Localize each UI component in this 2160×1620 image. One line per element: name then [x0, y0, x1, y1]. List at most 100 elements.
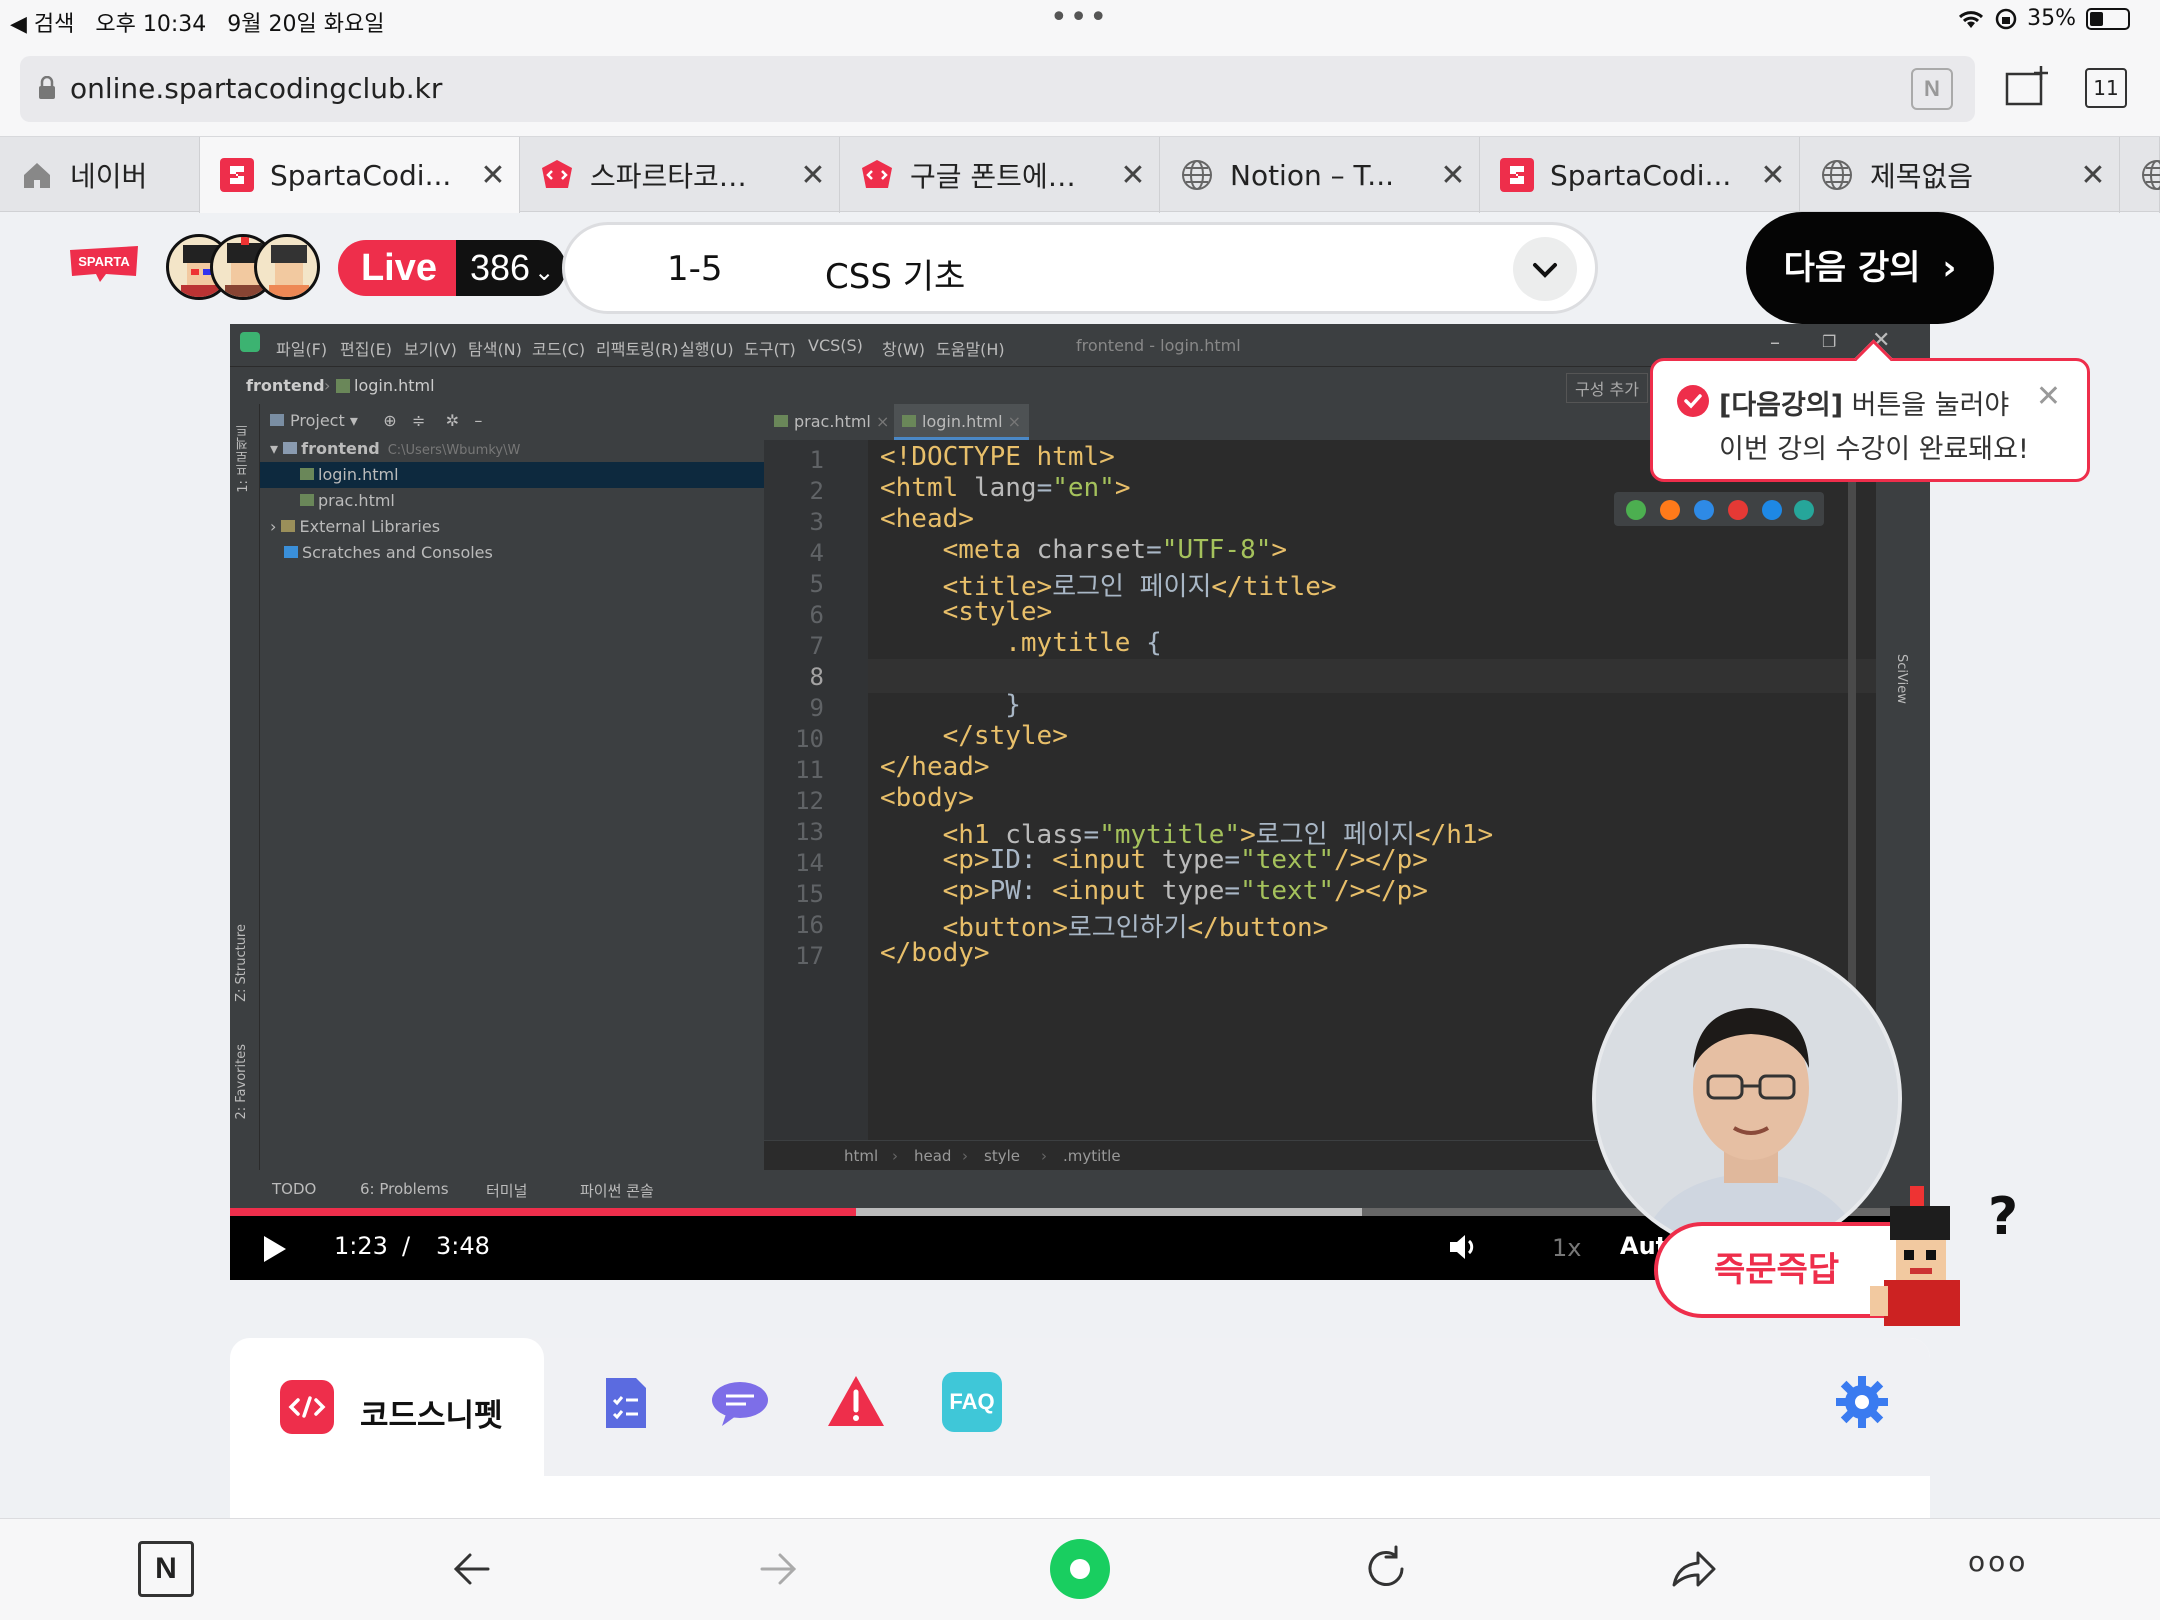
line-number: 5	[809, 570, 824, 598]
mascot-icon[interactable]: ?	[1870, 1186, 2020, 1326]
browser-tab-partial[interactable]	[2120, 137, 2160, 213]
tab-close-icon[interactable]: ✕	[2073, 158, 2113, 193]
ide-menu-item: 도구(T)	[744, 340, 796, 359]
nav-file: login.html	[354, 376, 435, 395]
browser-tab[interactable]: 구글 폰트에… ✕	[840, 137, 1160, 213]
lecture-dropdown-button[interactable]	[1513, 237, 1577, 301]
tab-close-icon[interactable]: ✕	[793, 158, 833, 193]
tab-close-icon[interactable]: ✕	[1113, 158, 1153, 193]
browser-tab[interactable]: 네이버	[0, 137, 200, 213]
play-icon[interactable]	[264, 1236, 286, 1262]
minimize-icon: –	[1770, 330, 1780, 354]
library-icon	[284, 546, 298, 558]
side-label: 2: Favorites	[234, 1044, 249, 1120]
firefox-icon	[1660, 500, 1680, 520]
tab-close-icon[interactable]: ✕	[1753, 158, 1793, 193]
project-tree-item: › External Libraries	[270, 517, 441, 536]
side-label: Z: Structure	[234, 924, 249, 1002]
code-line: <style>	[942, 597, 1053, 627]
ide-tool-tab: 파이썬 콘솔	[580, 1182, 654, 1200]
ide-menu-item: 탐색(N)	[468, 340, 522, 359]
back-to-app[interactable]: ◀ 검색	[10, 12, 74, 37]
address-bar[interactable]: online.spartacodingclub.kr N	[20, 56, 1975, 122]
tab-label: SpartaCodi...	[270, 158, 452, 192]
next-lecture-button[interactable]: 다음 강의 ›	[1746, 212, 1994, 324]
project-tree-item: prac.html	[260, 488, 764, 514]
tab-label: 네이버	[70, 160, 148, 193]
refresh-icon[interactable]	[1358, 1541, 1414, 1597]
faq-icon[interactable]: FAQ	[942, 1372, 1002, 1432]
line-number: 15	[795, 880, 824, 908]
folder-icon	[283, 442, 298, 454]
browser-tab[interactable]: SpartaCodi... ✕	[1480, 137, 1800, 213]
speed-button[interactable]: 1x	[1552, 1234, 1581, 1262]
browser-tab[interactable]: SpartaCodi... ✕	[200, 137, 520, 213]
panel-tabs: 코드스니펫 FAQ	[230, 1338, 1930, 1476]
globe-icon	[1820, 158, 1854, 192]
share-icon[interactable]	[1664, 1541, 1720, 1597]
sparta-logo[interactable]: SPARTA	[66, 246, 142, 282]
breadcrumb-item: head	[914, 1147, 952, 1165]
html-file-icon	[902, 415, 916, 427]
code-line: </body>	[880, 938, 990, 968]
chat-icon[interactable]	[710, 1372, 770, 1432]
lecture-selector[interactable]: 1-5 CSS 기초	[562, 222, 1598, 314]
html-file-icon	[774, 415, 788, 427]
viewer-avatars	[166, 234, 322, 302]
globe-icon	[2140, 158, 2160, 192]
tab-label: 제목없음	[1870, 160, 1974, 193]
browser-tab[interactable]: 스파르타코… ✕	[520, 137, 840, 213]
naver-home-icon[interactable]: N	[138, 1541, 194, 1597]
current-time: 1:23	[334, 1232, 388, 1260]
tab-bar: 네이버 SpartaCodi... ✕ 스파르타코… ✕ 구글 폰트에… ✕ Notion –…	[0, 136, 2160, 213]
avatar	[254, 234, 320, 300]
address-row: online.spartacodingclub.kr N 11	[0, 40, 2160, 136]
check-circle-icon	[1677, 385, 1709, 417]
ide-menu-item: 파일(F)	[276, 340, 328, 359]
line-number: 13	[795, 818, 824, 846]
tab-label: Notion – T...	[1230, 158, 1394, 192]
more-icon[interactable]: ooo	[1968, 1545, 2025, 1601]
back-arrow-icon[interactable]	[444, 1541, 500, 1597]
green-dot-icon[interactable]	[1050, 1539, 1110, 1599]
volume-icon[interactable]	[1448, 1232, 1480, 1262]
battery-percent: 35%	[2027, 6, 2076, 31]
ide-menu-item: 도움말(H)	[936, 340, 1005, 359]
line-number: 11	[795, 756, 824, 784]
chevron-right-icon: ›	[1942, 248, 1957, 288]
code-line: <head>	[880, 504, 974, 534]
line-number: 2	[809, 477, 824, 505]
gear-icon[interactable]	[1832, 1372, 1892, 1432]
editor-tab-active: login.html	[922, 412, 1003, 431]
tab-label: 스파르타코…	[590, 160, 747, 193]
library-icon	[281, 520, 296, 532]
live-label: Live	[338, 240, 460, 296]
live-viewers-badge[interactable]: Live 386 ⌄	[338, 240, 568, 296]
tab-close-icon[interactable]: ✕	[1433, 158, 1473, 193]
code-line: <meta charset="UTF-8">	[942, 535, 1288, 565]
checklist-icon[interactable]	[596, 1372, 656, 1432]
browser-tab[interactable]: 제목없음 ✕	[1800, 137, 2120, 213]
sparta-favicon	[1500, 158, 1534, 192]
multitask-dots-icon[interactable]: •••	[1050, 0, 1109, 35]
restore-icon: ❐	[1822, 332, 1837, 351]
line-number: 3	[809, 508, 824, 536]
ide-menu-item: 보기(V)	[404, 340, 457, 359]
line-number: 1	[809, 446, 824, 474]
tab-close-icon[interactable]: ✕	[473, 158, 513, 193]
tab-code-snippet[interactable]: 코드스니펫	[230, 1338, 544, 1476]
tab-count-button[interactable]: 11	[2085, 68, 2127, 108]
forward-arrow-icon[interactable]	[750, 1541, 806, 1597]
naver-add-icon[interactable]: N	[1911, 68, 1953, 110]
code-line: <p>PW: <input type="text"/></p>	[942, 876, 1428, 906]
warning-icon[interactable]	[826, 1372, 886, 1432]
browser-tab[interactable]: Notion – T... ✕	[1160, 137, 1480, 213]
line-number: 9	[809, 694, 824, 722]
ide-tool-tab: 6: Problems	[360, 1180, 449, 1198]
line-number: 4	[809, 539, 824, 567]
line-number: 7	[809, 632, 824, 660]
new-tab-icon[interactable]	[2005, 64, 2049, 108]
close-icon[interactable]: ✕	[2036, 379, 2061, 414]
chrome-icon	[1626, 500, 1646, 520]
lecture-title: CSS 기초	[825, 257, 966, 297]
